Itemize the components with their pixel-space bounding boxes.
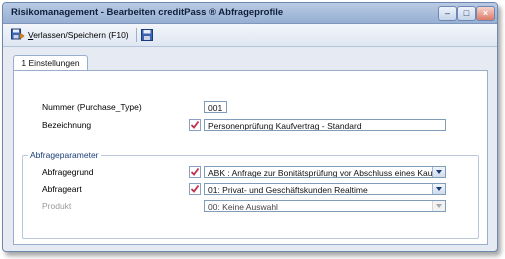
save-exit-button[interactable]: Verlassen/Speichern (F10) bbox=[11, 27, 129, 42]
tab-einstellungen[interactable]: 1 Einstellungen bbox=[13, 55, 88, 71]
toolbar-separator bbox=[136, 28, 137, 42]
chevron-down-icon[interactable] bbox=[432, 201, 445, 211]
close-icon[interactable]: × bbox=[476, 6, 495, 21]
save-exit-label: Verlassen/Speichern (F10) bbox=[28, 29, 129, 40]
produkt-select[interactable]: 00: Keine Auswahl bbox=[204, 200, 446, 212]
toolbar: Verlassen/Speichern (F10) bbox=[3, 24, 497, 47]
chevron-down-icon[interactable] bbox=[432, 184, 445, 194]
abfrageparameter-title: Abfrageparameter bbox=[28, 150, 101, 160]
title-bar[interactable]: Risikomanagement - Bearbeiten creditPass… bbox=[3, 3, 497, 24]
chevron-down-icon[interactable] bbox=[432, 167, 445, 177]
dialog-window: Risikomanagement - Bearbeiten creditPass… bbox=[2, 2, 498, 252]
nummer-label: Nummer (Purchase_Type) bbox=[42, 102, 142, 112]
required-check-icon bbox=[189, 166, 201, 178]
abfrageart-select[interactable]: 01: Privat- und Geschäftskunden Realtime bbox=[204, 183, 446, 195]
save-button[interactable] bbox=[141, 27, 153, 42]
nummer-field[interactable]: 001 bbox=[204, 101, 227, 113]
abfragegrund-label: Abfragegrund bbox=[42, 167, 94, 177]
required-check-icon bbox=[189, 183, 201, 195]
produkt-value: 00: Keine Auswahl bbox=[208, 202, 278, 212]
bezeichnung-label: Bezeichnung bbox=[42, 120, 92, 130]
floppy-disk-icon bbox=[141, 28, 153, 41]
abfrageart-value: 01: Privat- und Geschäftskunden Realtime bbox=[208, 185, 368, 195]
maximize-icon[interactable]: □ bbox=[457, 6, 476, 21]
minimize-icon[interactable]: – bbox=[438, 6, 457, 21]
abfragegrund-select[interactable]: ABK : Anfrage zur Bonitätsprüfung vor Ab… bbox=[204, 166, 446, 178]
settings-panel: Nummer (Purchase_Type) 001 Bezeichnung P… bbox=[13, 70, 488, 245]
abfrageart-label: Abfrageart bbox=[42, 184, 82, 194]
required-check-icon bbox=[189, 119, 201, 131]
abfragegrund-value: ABK : Anfrage zur Bonitätsprüfung vor Ab… bbox=[208, 168, 444, 178]
bezeichnung-field[interactable]: Personenprüfung Kaufvertrag - Standard bbox=[204, 119, 446, 131]
produkt-label: Produkt bbox=[42, 201, 72, 211]
window-title: Risikomanagement - Bearbeiten creditPass… bbox=[11, 7, 284, 18]
save-exit-icon bbox=[11, 28, 25, 40]
